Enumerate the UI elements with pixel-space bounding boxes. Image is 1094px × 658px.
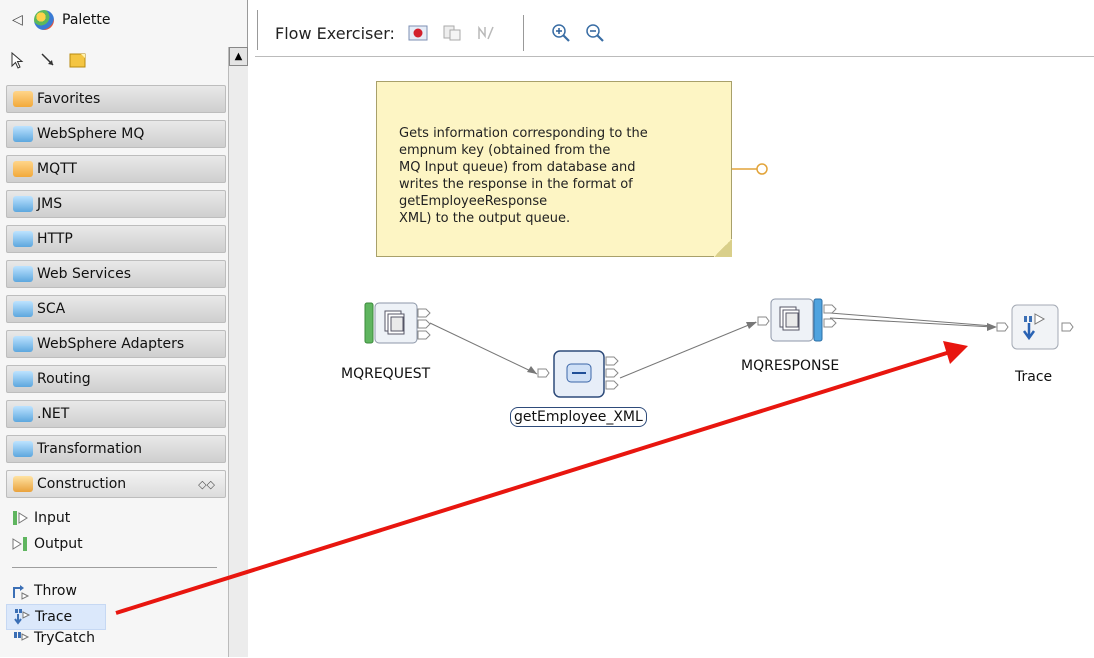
drawer-transformation[interactable]: Transformation bbox=[6, 435, 226, 463]
drawer-label: WebSphere Adapters bbox=[37, 336, 185, 352]
note-tool-icon[interactable] bbox=[68, 50, 88, 70]
http-folder-icon bbox=[13, 231, 33, 247]
drawer-construction[interactable]: Construction ◇◇ bbox=[6, 470, 226, 498]
item-label: TryCatch bbox=[34, 630, 95, 646]
record-icon[interactable] bbox=[407, 22, 429, 44]
adapters-folder-icon bbox=[13, 336, 33, 352]
node-mqresponse[interactable] bbox=[757, 295, 837, 349]
zoom-out-icon[interactable] bbox=[584, 22, 606, 44]
trace-node-icon bbox=[14, 609, 31, 625]
palette-item-throw[interactable]: Throw bbox=[6, 578, 221, 604]
drawer-pin-icon[interactable]: ◇◇ bbox=[198, 478, 215, 491]
compute-node-icon bbox=[537, 350, 619, 398]
drawer-label: HTTP bbox=[37, 231, 73, 247]
palette-item-input[interactable]: Input bbox=[6, 505, 221, 531]
drawer-label: MQTT bbox=[37, 161, 77, 177]
collapse-arrow-icon[interactable]: ◁ bbox=[12, 12, 26, 28]
item-label: Output bbox=[34, 536, 83, 552]
palette-icon bbox=[34, 10, 54, 30]
palette-tools bbox=[8, 50, 88, 70]
drawer-label: Web Services bbox=[37, 266, 132, 282]
drawer-favorites[interactable]: Favorites bbox=[6, 85, 226, 113]
mqtt-folder-icon bbox=[13, 161, 33, 177]
select-tool-icon[interactable] bbox=[8, 50, 28, 70]
flow-exerciser-toolbar: Flow Exerciser: bbox=[275, 15, 606, 51]
drawer-label: .NET bbox=[37, 406, 70, 422]
node-label-mqresponse: MQRESPONSE bbox=[741, 358, 840, 374]
palette-item-trace[interactable]: Trace bbox=[6, 604, 106, 630]
flow-exerciser-label: Flow Exerciser: bbox=[275, 23, 395, 43]
view-path-icon[interactable] bbox=[475, 22, 497, 44]
sca-folder-icon bbox=[13, 301, 33, 317]
node-label-trace: Trace bbox=[1015, 369, 1053, 385]
drawer-websphere-mq[interactable]: WebSphere MQ bbox=[6, 120, 226, 148]
drawer-label: Transformation bbox=[37, 441, 143, 457]
drawer-mqtt[interactable]: MQTT bbox=[6, 155, 226, 183]
drawer-sca[interactable]: SCA bbox=[6, 295, 226, 323]
output-node-icon bbox=[12, 537, 27, 551]
drawer-dotnet[interactable]: .NET bbox=[6, 400, 226, 428]
drawer-label: Favorites bbox=[37, 91, 101, 107]
web-services-folder-icon bbox=[13, 266, 33, 282]
palette-item-output[interactable]: Output bbox=[6, 531, 221, 557]
mq-folder-icon bbox=[13, 126, 33, 142]
send-message-icon[interactable] bbox=[441, 22, 463, 44]
dotnet-folder-icon bbox=[13, 406, 33, 422]
drawer-jms[interactable]: JMS bbox=[6, 190, 226, 218]
drawer-label: SCA bbox=[37, 301, 66, 317]
palette-panel: ◁ Palette ▲ Favorites WebSphere MQ MQTT … bbox=[0, 0, 248, 657]
favorites-folder-icon bbox=[13, 91, 33, 107]
palette-header[interactable]: ◁ Palette bbox=[0, 0, 247, 40]
note-text: Gets information corresponding to the em… bbox=[399, 126, 648, 226]
trycatch-node-icon bbox=[14, 632, 30, 641]
palette-scrollbar[interactable]: ▲ bbox=[228, 47, 248, 657]
scroll-up-arrow-icon[interactable]: ▲ bbox=[229, 47, 248, 66]
flow-note[interactable]: Gets information corresponding to the em… bbox=[376, 81, 732, 257]
drawer-http[interactable]: HTTP bbox=[6, 225, 226, 253]
drawer-web-services[interactable]: Web Services bbox=[6, 260, 226, 288]
drawer-label: JMS bbox=[37, 196, 63, 212]
palette-title: Palette bbox=[62, 12, 111, 28]
toolbar-separator bbox=[522, 15, 524, 51]
drawer-routing[interactable]: Routing bbox=[6, 365, 226, 393]
node-label-getemployee-xml[interactable]: getEmployee_XML bbox=[510, 407, 647, 427]
note-fold-corner bbox=[714, 239, 732, 257]
palette-separator bbox=[12, 567, 217, 568]
construction-folder-icon bbox=[13, 476, 33, 492]
connection-tool-icon[interactable] bbox=[38, 50, 58, 70]
palette-drawers: Favorites WebSphere MQ MQTT JMS HTTP Web… bbox=[6, 85, 226, 505]
item-label: Input bbox=[34, 510, 71, 526]
routing-folder-icon bbox=[13, 371, 33, 387]
toolbar-divider bbox=[257, 10, 261, 50]
drawer-websphere-adapters[interactable]: WebSphere Adapters bbox=[6, 330, 226, 358]
drawer-label: Routing bbox=[37, 371, 91, 387]
palette-item-trycatch[interactable]: TryCatch bbox=[6, 630, 221, 646]
jms-folder-icon bbox=[13, 196, 33, 212]
node-label-mqrequest: MQREQUEST bbox=[341, 366, 431, 382]
node-getemployee-xml[interactable] bbox=[536, 349, 626, 403]
node-trace[interactable] bbox=[996, 303, 1080, 355]
mq-output-node-icon bbox=[757, 298, 837, 342]
zoom-in-icon[interactable] bbox=[550, 22, 572, 44]
drawer-label: Construction bbox=[37, 476, 127, 492]
construction-items: Input Output Throw Trace TryCatch bbox=[6, 505, 221, 646]
item-label: Throw bbox=[34, 583, 77, 599]
drawer-label: WebSphere MQ bbox=[37, 126, 145, 142]
transformation-folder-icon bbox=[13, 441, 33, 457]
trace-node-canvas-icon bbox=[996, 304, 1074, 350]
node-mqrequest[interactable] bbox=[364, 299, 434, 351]
throw-node-icon bbox=[13, 585, 30, 600]
mq-input-node-icon bbox=[364, 302, 431, 344]
item-label: Trace bbox=[35, 609, 73, 625]
input-node-icon bbox=[13, 511, 28, 525]
